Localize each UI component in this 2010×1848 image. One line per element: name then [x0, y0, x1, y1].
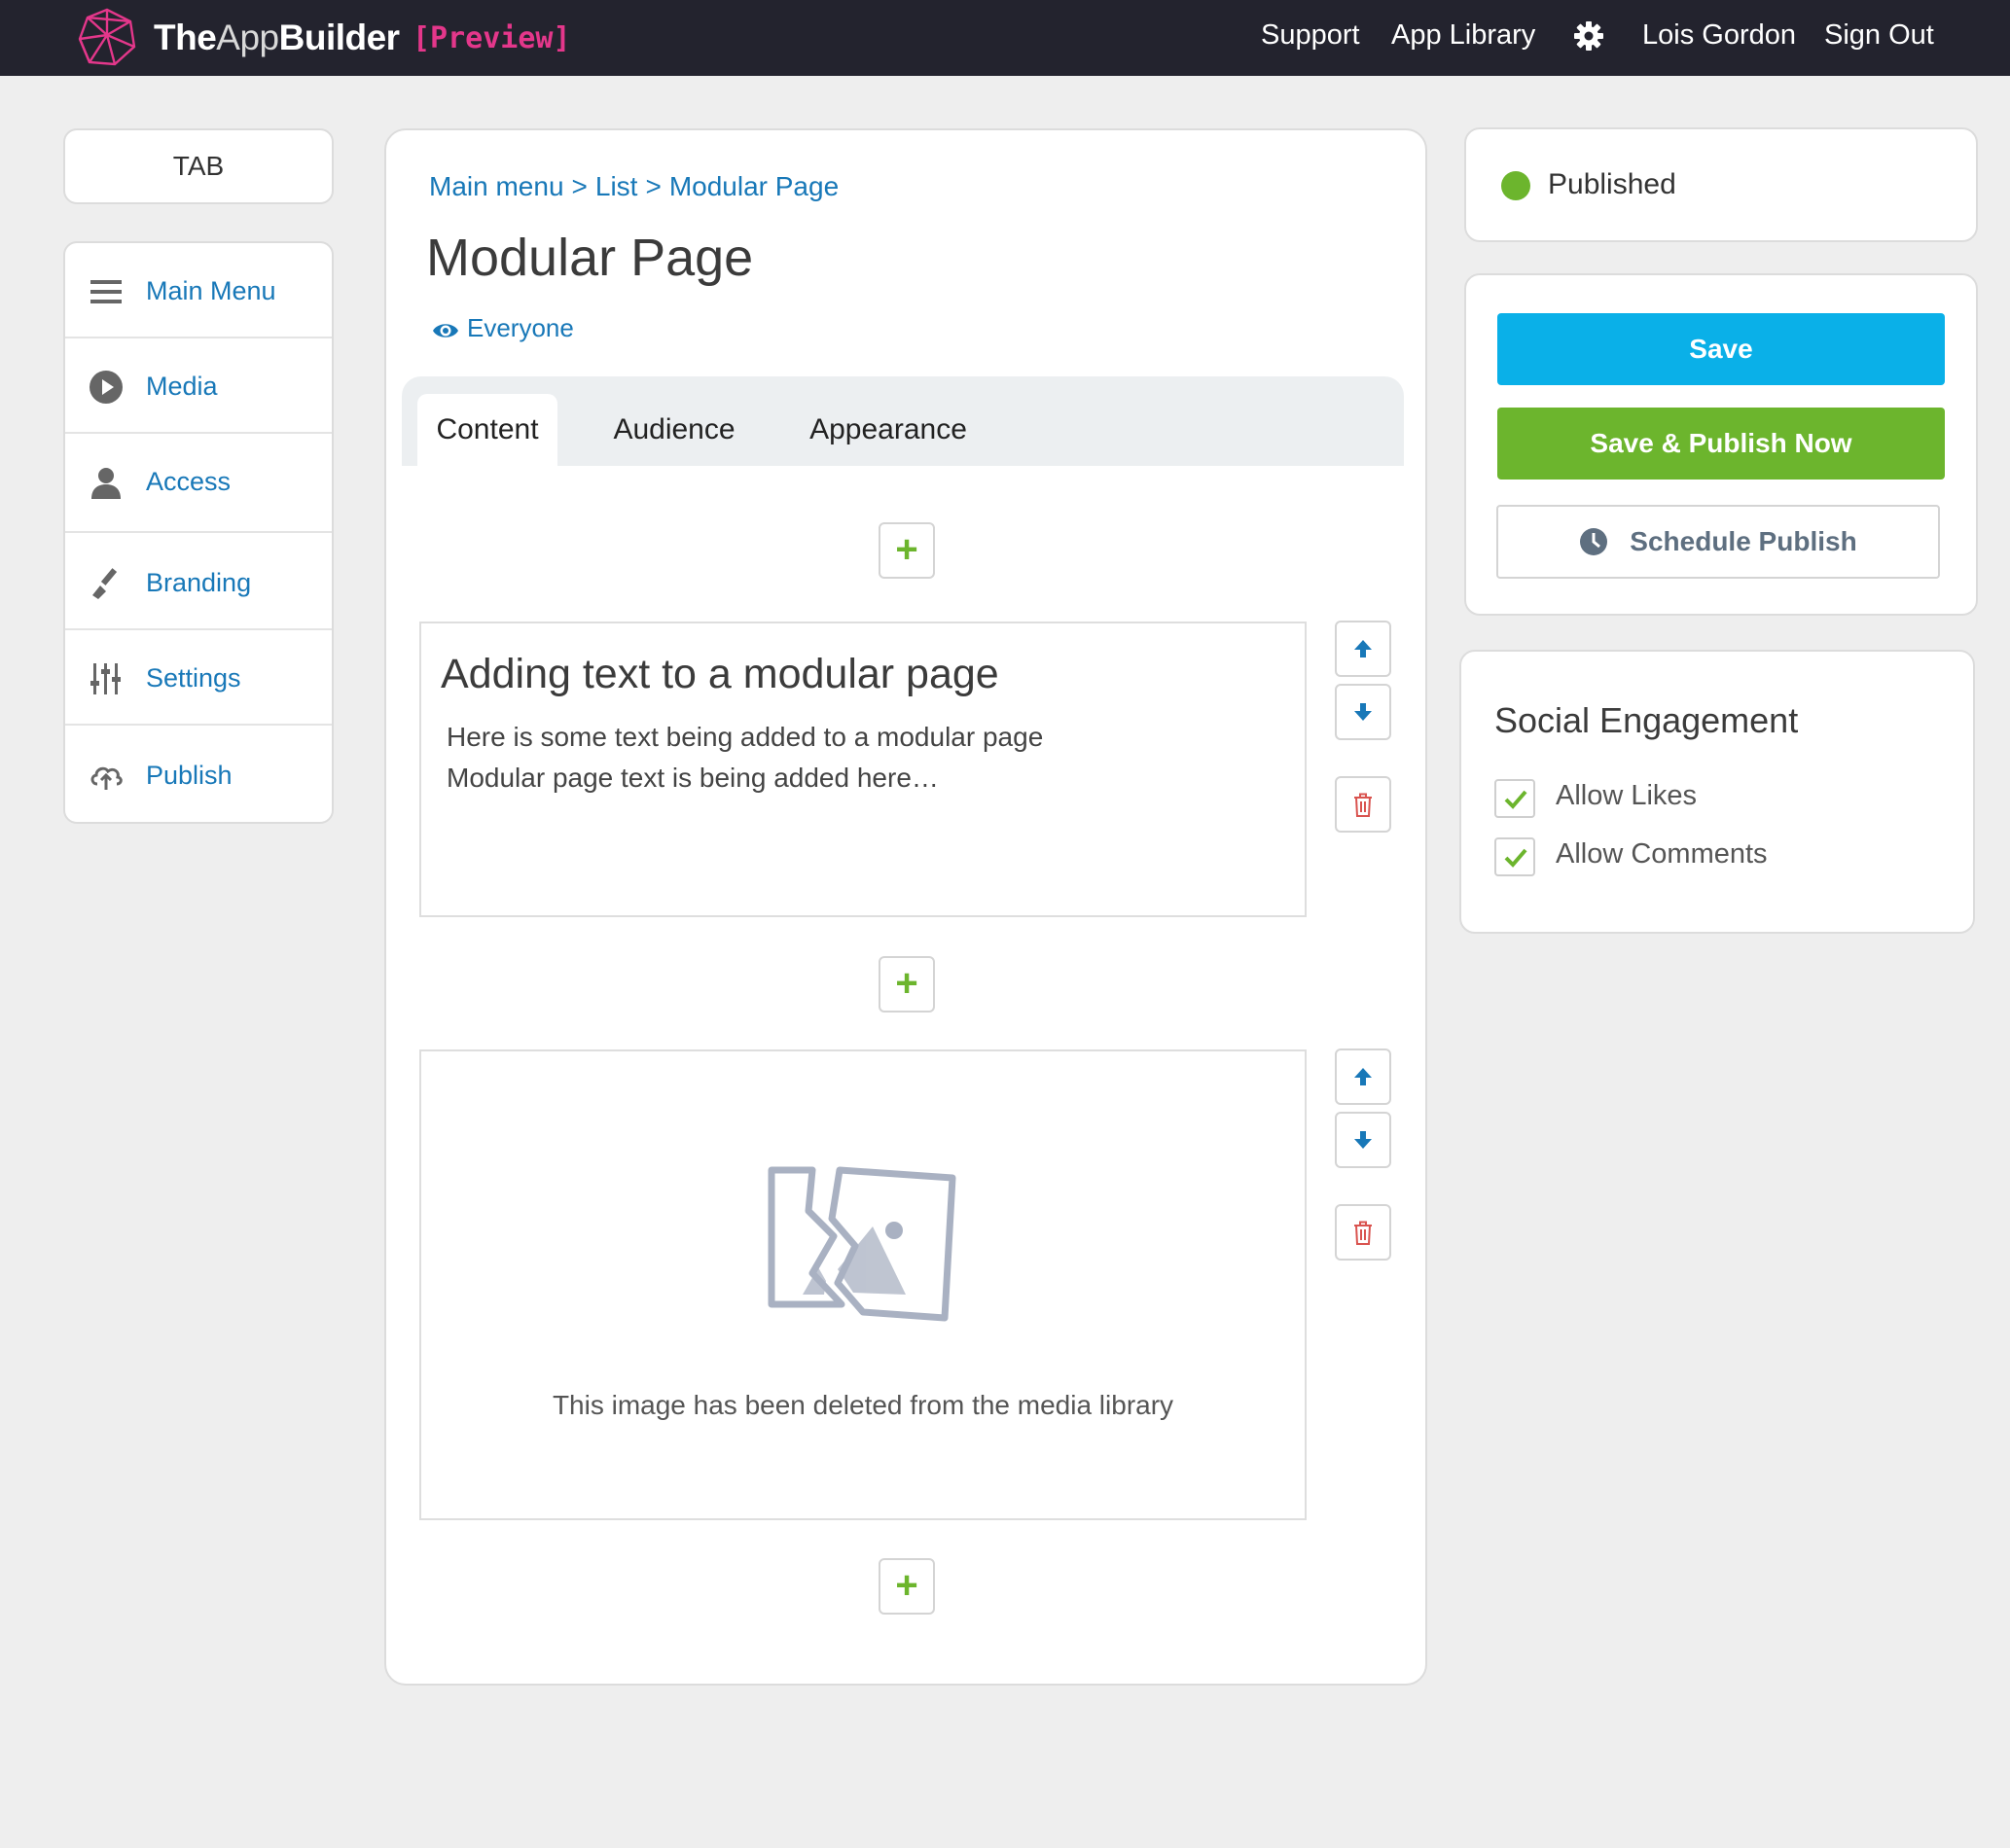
add-module-button[interactable]: +: [879, 956, 935, 1013]
trash-icon: [1354, 1221, 1372, 1245]
move-up-button[interactable]: [1335, 621, 1391, 677]
delete-module-button[interactable]: [1335, 776, 1391, 833]
publish-status-card: Published: [1464, 127, 1978, 242]
trash-icon: [1354, 793, 1372, 817]
play-icon: [90, 371, 123, 404]
sidebar-item-media[interactable]: Media: [65, 338, 332, 434]
move-down-button[interactable]: [1335, 1112, 1391, 1168]
top-bar: TheAppBuilder [Preview] Support App Libr…: [0, 0, 2010, 76]
sidebar-item-label: Main Menu: [146, 276, 276, 305]
save-publish-button[interactable]: Save & Publish Now: [1497, 408, 1945, 480]
add-module-button[interactable]: +: [879, 522, 935, 579]
checkmark-icon: [1504, 848, 1527, 868]
sidebar-item-access[interactable]: Access: [65, 434, 332, 533]
gear-icon[interactable]: [1572, 19, 1605, 53]
text-module[interactable]: Adding text to a modular page Here is so…: [419, 622, 1307, 917]
breadcrumb-main-menu[interactable]: Main menu: [429, 171, 564, 201]
breadcrumb-list[interactable]: List: [595, 171, 638, 201]
social-engagement-title: Social Engagement: [1494, 700, 1799, 740]
sidebar-item-label: Publish: [146, 761, 233, 790]
user-icon: [91, 468, 121, 499]
tab-selector[interactable]: TAB: [63, 128, 334, 204]
broken-image-icon: [768, 1166, 956, 1322]
sliders-icon: [90, 663, 121, 694]
sidebar-item-branding[interactable]: Branding: [65, 533, 332, 630]
brand-part: App: [216, 18, 279, 57]
actions-card: Save Save & Publish Now Schedule Publish: [1464, 273, 1978, 616]
cloud-upload-icon: [90, 766, 123, 790]
hamburger-icon: [90, 280, 122, 303]
allow-likes-label: Allow Likes: [1556, 780, 1698, 811]
delete-module-button[interactable]: [1335, 1204, 1391, 1261]
nav-app-library[interactable]: App Library: [1391, 19, 1535, 52]
schedule-publish-label: Schedule Publish: [1630, 526, 1857, 556]
allow-comments-checkbox[interactable]: [1494, 837, 1535, 876]
user-name[interactable]: Lois Gordon: [1642, 19, 1796, 52]
move-down-button[interactable]: [1335, 684, 1391, 740]
editor-panel: Main menu > List > Modular Page Modular Page…: [384, 128, 1427, 1686]
sidebar-item-main-menu[interactable]: Main Menu: [65, 243, 332, 338]
text-module-line: Modular page text is being added here…: [447, 763, 939, 793]
arrow-down-icon: [1354, 703, 1372, 721]
audience-label: Everyone: [467, 313, 574, 342]
sidebar-item-publish[interactable]: Publish: [65, 726, 332, 822]
arrow-up-icon: [1354, 640, 1372, 657]
breadcrumb: Main menu > List > Modular Page: [429, 171, 839, 202]
audience-link[interactable]: Everyone: [432, 313, 574, 343]
eye-icon: [433, 324, 458, 338]
checkmark-icon: [1504, 790, 1527, 809]
text-module-line: Here is some text being added to a modul…: [447, 722, 1044, 752]
sidebar-item-label: Settings: [146, 663, 241, 693]
breadcrumb-modular-page[interactable]: Modular Page: [669, 171, 839, 201]
arrow-up-icon: [1354, 1068, 1372, 1085]
sidebar-item-label: Access: [146, 467, 232, 496]
image-module[interactable]: This image has been deleted from the med…: [419, 1049, 1307, 1520]
page-title: Modular Page: [426, 229, 754, 287]
allow-likes-checkbox[interactable]: [1494, 779, 1535, 818]
social-engagement-card: Social Engagement Allow Likes Allow Comm…: [1459, 650, 1975, 934]
breadcrumb-separator: >: [645, 171, 662, 201]
save-button[interactable]: Save: [1497, 313, 1945, 385]
tab-audience[interactable]: Audience: [596, 394, 752, 466]
deleted-image-message: This image has been deleted from the med…: [552, 1390, 1174, 1420]
sidebar-item-settings[interactable]: Settings: [65, 630, 332, 726]
text-module-heading: Adding text to a modular page: [441, 651, 999, 697]
sidebar-item-label: Media: [146, 372, 218, 401]
brand-name[interactable]: TheAppBuilder: [154, 18, 400, 58]
preview-tag: [Preview]: [413, 21, 571, 55]
breadcrumb-separator: >: [571, 171, 588, 201]
sidebar-nav: Main Menu Media Access Branding Settings: [63, 241, 334, 824]
status-indicator: [1501, 171, 1530, 200]
tab-bar: Content Audience Appearance: [402, 376, 1404, 466]
clock-icon: [1580, 528, 1608, 555]
add-module-button[interactable]: +: [879, 1558, 935, 1615]
paintbrush-icon: [92, 568, 118, 599]
move-up-button[interactable]: [1335, 1048, 1391, 1105]
nav-support[interactable]: Support: [1261, 19, 1360, 52]
status-label: Published: [1548, 168, 1676, 200]
sidebar-item-label: Branding: [146, 568, 252, 597]
tab-appearance[interactable]: Appearance: [791, 394, 986, 466]
brand-part: Builder: [278, 18, 400, 57]
brand-part: The: [154, 18, 217, 57]
schedule-publish-button[interactable]: Schedule Publish: [1496, 505, 1940, 579]
logo-icon[interactable]: [76, 6, 138, 68]
sign-out-link[interactable]: Sign Out: [1824, 19, 1934, 52]
tab-content[interactable]: Content: [417, 394, 557, 466]
arrow-down-icon: [1354, 1131, 1372, 1149]
allow-comments-label: Allow Comments: [1556, 838, 1768, 870]
